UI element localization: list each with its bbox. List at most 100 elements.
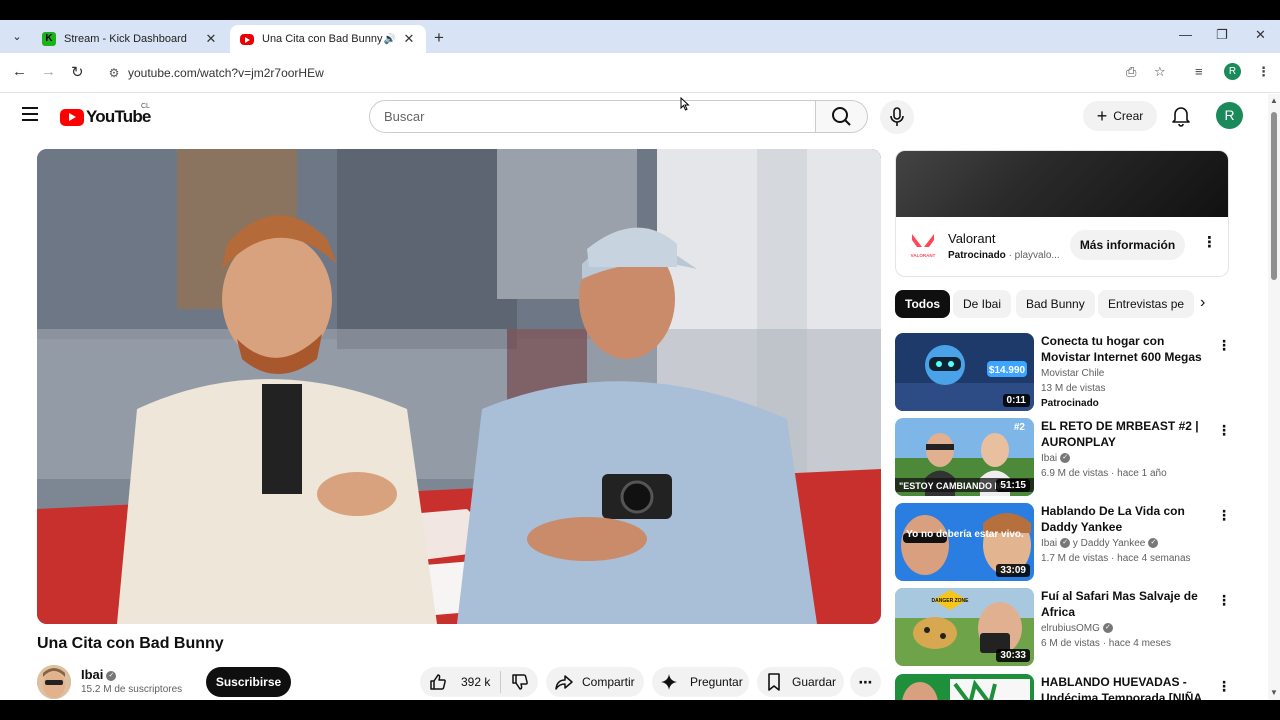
collab-channel-text: y Daddy Yankee — [1072, 538, 1146, 549]
recommendation-item[interactable]: $14.990 0:11 Conecta tu hogar con Movist… — [895, 333, 1240, 413]
duration-badge: 51:15 — [996, 479, 1030, 492]
reload-icon[interactable]: ↻ — [71, 63, 84, 81]
channel-avatar[interactable] — [37, 665, 71, 699]
ad-card[interactable] — [895, 150, 1229, 277]
ad-cta-button[interactable]: Más información — [1070, 230, 1185, 260]
close-window-icon[interactable]: ✕ — [1255, 27, 1266, 43]
chip-de-ibai[interactable]: De Ibai — [953, 290, 1012, 318]
channel-name-text: elrubiusOMG — [1041, 623, 1100, 634]
video-thumbnail[interactable]: "ESTOY CAMBIANDO MUC #2 51:15 — [895, 418, 1034, 496]
duration-badge: 0:11 — [1002, 394, 1030, 407]
video-player[interactable] — [37, 149, 881, 624]
more-options-icon[interactable]: ⋮ — [1217, 507, 1231, 524]
tab-kick-dashboard[interactable]: K Stream - Kick Dashboard ✕ — [32, 25, 228, 53]
tab-youtube[interactable]: Una Cita con Bad Bunny - Y 🔊 ✕ — [230, 25, 426, 53]
youtube-play-icon — [60, 108, 84, 126]
tab-search-icon[interactable]: ⌄ — [8, 28, 26, 46]
video-thumbnail[interactable] — [895, 674, 1034, 700]
recommendation-item[interactable]: DANGER ZONE 30:33 Fuí al Safari Mas Salv… — [895, 588, 1240, 668]
voice-search-button[interactable] — [880, 100, 914, 134]
logo-text: YouTube — [86, 107, 151, 126]
chip-todos[interactable]: Todos — [895, 290, 951, 318]
video-title[interactable]: Conecta tu hogar con Movistar Internet 6… — [1041, 333, 1211, 365]
more-options-icon[interactable]: ⋮ — [1217, 337, 1231, 354]
channel-name[interactable]: Ibai ✓ — [1041, 453, 1071, 464]
new-tab-button[interactable]: + — [434, 28, 444, 48]
thumbs-up-icon — [430, 674, 446, 690]
channel-name-text: Ibai — [1041, 453, 1058, 464]
ad-name: Valorant — [948, 231, 996, 246]
country-code: CL — [141, 103, 150, 110]
ad-banner — [896, 151, 1228, 217]
channel-name[interactable]: elrubiusOMG ✓ — [1041, 623, 1113, 634]
media-control-icon[interactable]: ≡ — [1195, 64, 1203, 79]
search-input[interactable]: Buscar — [369, 100, 816, 133]
microphone-icon — [890, 107, 904, 126]
page-scrollbar[interactable]: ▲ ▼ — [1268, 94, 1280, 700]
scrollbar-thumb[interactable] — [1271, 112, 1277, 280]
browser-menu-icon[interactable]: ⋮ — [1257, 64, 1270, 80]
thumbnail-overlay-text: Yo no debería estar vivo. — [906, 529, 1024, 540]
recommendation-item[interactable]: Yo no debería estar vivo. 33:09 Hablando… — [895, 503, 1240, 583]
recommendation-item[interactable]: HABLANDO HUEVADAS - Undécima Temporada [… — [895, 674, 1240, 700]
back-icon[interactable]: ← — [12, 63, 27, 80]
audio-playing-icon[interactable]: 🔊 — [384, 34, 396, 45]
recommendation-item[interactable]: "ESTOY CAMBIANDO MUC #2 51:15 EL RETO DE … — [895, 418, 1240, 498]
video-title[interactable]: HABLANDO HUEVADAS - Undécima Temporada [… — [1041, 674, 1211, 700]
account-avatar[interactable]: R — [1216, 102, 1243, 129]
browser-profile-avatar[interactable]: R — [1224, 63, 1241, 80]
ad-more-icon[interactable]: ⋮ — [1202, 233, 1217, 251]
video-title[interactable]: Hablando De La Vida con Daddy Yankee — [1041, 503, 1211, 535]
video-title[interactable]: EL RETO DE MRBEAST #2 | AURONPLAY — [1041, 418, 1211, 450]
more-options-icon[interactable]: ⋮ — [1217, 592, 1231, 609]
video-thumbnail[interactable]: Yo no debería estar vivo. 33:09 — [895, 503, 1034, 581]
youtube-logo[interactable]: YouTube CL — [60, 103, 151, 127]
minimize-icon[interactable]: — — [1179, 27, 1192, 42]
channel-name[interactable]: Movistar Chile — [1041, 368, 1104, 379]
verified-icon: ✓ — [1102, 623, 1113, 634]
share-button[interactable]: Compartir — [546, 667, 644, 697]
dislike-button[interactable] — [501, 672, 538, 692]
more-options-icon[interactable]: ⋮ — [1217, 422, 1231, 439]
share-icon — [555, 675, 573, 690]
forward-icon[interactable]: → — [41, 63, 56, 80]
install-app-icon[interactable]: ⎙ — [1126, 64, 1136, 80]
video-thumbnail[interactable]: $14.990 0:11 — [895, 333, 1034, 411]
channel-name-text: Ibai — [1041, 538, 1058, 549]
menu-icon[interactable] — [22, 107, 38, 121]
close-tab-icon[interactable]: ✕ — [402, 31, 416, 47]
subscribe-button[interactable]: Suscribirse — [206, 667, 291, 697]
close-tab-icon[interactable]: ✕ — [204, 31, 218, 47]
video-title[interactable]: Fuí al Safari Mas Salvaje de Africa — [1041, 588, 1211, 620]
sponsored-label: Patrocinado — [1041, 398, 1099, 409]
chip-bad-bunny[interactable]: Bad Bunny — [1016, 290, 1095, 318]
thumbnail-image — [895, 674, 1034, 700]
notifications-button[interactable] — [1170, 104, 1192, 133]
youtube-icon — [240, 33, 254, 45]
save-button[interactable]: Guardar — [757, 667, 844, 697]
channel-name[interactable]: Ibai ✓ y Daddy Yankee ✓ — [1041, 538, 1159, 549]
like-button[interactable]: 392 k — [420, 672, 500, 692]
channel-name-text: Ibai — [81, 667, 104, 682]
chevron-right-icon[interactable]: › — [1200, 294, 1205, 312]
duration-badge: 30:33 — [996, 649, 1030, 662]
channel-name[interactable]: Ibai ✓ — [81, 667, 117, 682]
more-options-icon[interactable]: ⋮ — [1217, 678, 1231, 695]
ad-domain: · playvalo... — [1008, 250, 1060, 261]
restore-icon[interactable]: ❐ — [1216, 27, 1228, 43]
thumbs-down-icon — [511, 674, 528, 690]
ad-sponsor-line: Patrocinado · playvalo... — [948, 250, 1060, 261]
save-label: Guardar — [792, 675, 837, 689]
chip-entrevistas[interactable]: Entrevistas pe — [1098, 290, 1195, 318]
create-button[interactable]: + Crear — [1083, 101, 1157, 131]
more-actions-button[interactable]: ⋯ — [850, 667, 881, 697]
mouse-cursor-icon — [680, 97, 690, 111]
site-info-icon[interactable]: ⚙ — [100, 66, 128, 80]
ask-button[interactable]: Preguntar — [652, 667, 749, 697]
bookmark-star-icon[interactable]: ☆ — [1154, 64, 1166, 80]
video-thumbnail[interactable]: DANGER ZONE 30:33 — [895, 588, 1034, 666]
address-bar[interactable]: ⚙ youtube.com/watch?v=jm2r7oorHEw — [100, 58, 1180, 88]
search-button[interactable] — [816, 100, 868, 133]
scroll-down-icon[interactable]: ▼ — [1270, 688, 1278, 697]
scroll-up-icon[interactable]: ▲ — [1270, 96, 1278, 105]
